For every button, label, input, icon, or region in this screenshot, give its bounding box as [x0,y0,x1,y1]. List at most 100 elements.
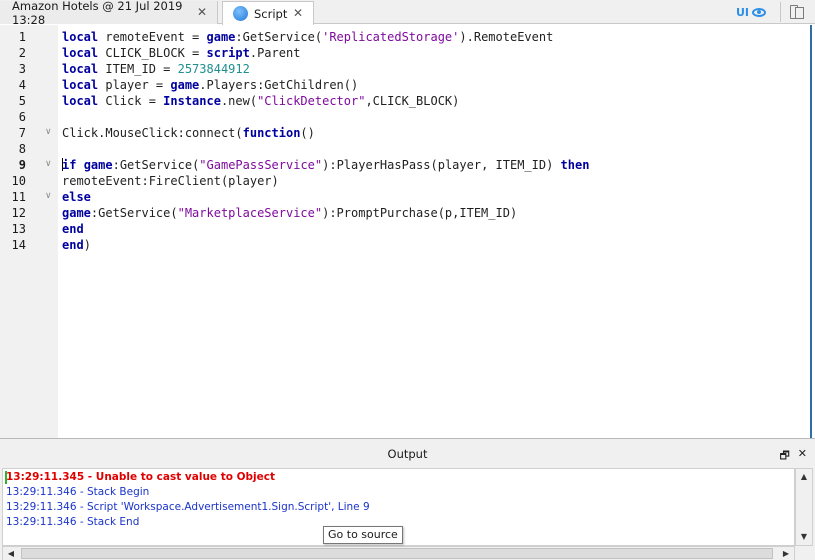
output-vertical-scrollbar[interactable]: ▲ ▼ [795,468,813,546]
fold-toggle-icon[interactable]: ∨ [45,191,52,201]
fold-toggle-icon[interactable]: ∨ [45,159,52,169]
eye-icon [752,7,766,17]
tab-script-label: Script [254,6,288,21]
code-token: local [62,62,99,76]
code-line[interactable]: local remoteEvent = game:GetService('Rep… [62,30,553,44]
line-number: 13 [11,222,26,236]
output-log-entry[interactable]: 13:29:11.346 - Stack Begin [6,486,149,498]
code-token: local [62,30,99,44]
code-line[interactable]: end [62,222,84,236]
code-token: script [206,46,250,60]
code-line[interactable]: remoteEvent:FireClient(player) [62,174,279,188]
code-token: game [170,78,200,92]
scroll-down-arrow-icon[interactable]: ▼ [796,529,812,545]
code-token: ,CLICK_BLOCK) [365,94,460,108]
code-token: .Players:GetChildren() [199,78,359,92]
toolbar-divider [780,2,781,22]
line-number: 7 [18,126,26,140]
line-number: 5 [18,94,26,108]
code-token: ):PlayerHasPass(player, ITEM_ID) [322,158,561,172]
code-line[interactable]: local ITEM_ID = 2573844912 [62,62,250,76]
code-token: "MarketplaceService" [177,206,323,220]
code-token: function [242,126,301,140]
code-token: :GetService( [235,30,323,44]
code-token: CLICK_BLOCK = [98,46,207,60]
code-token: local [62,78,99,92]
line-number: 9 [18,158,26,172]
output-header-buttons: 🗗 ✕ [779,447,807,466]
code-token: game [83,158,113,172]
ui-toggle-button[interactable]: UI [736,6,766,19]
restore-window-icon[interactable]: 🗗 [779,447,789,466]
code-token: :GetService( [112,158,200,172]
code-line[interactable]: game:GetService("MarketplaceService"):Pr… [62,206,517,220]
fold-margin [42,25,58,438]
code-token: ) [83,238,91,252]
script-editor[interactable]: 1 local remoteEvent = game:GetService('Re… [0,25,812,438]
go-to-source-tooltip: Go to source [323,526,403,544]
code-line[interactable]: local CLICK_BLOCK = script.Parent [62,46,300,60]
code-token: Click.MouseClick:connect( [62,126,243,140]
code-line[interactable]: Click.MouseClick:connect(function() [62,126,315,140]
output-log-entry[interactable]: 13:29:11.345 - Unable to cast value to O… [6,471,275,483]
scroll-right-arrow-icon[interactable]: ▶ [778,547,794,560]
output-log-entry[interactable]: 13:29:11.346 - Stack End [6,516,139,528]
tab-bar: Amazon Hotels @ 21 Jul 2019 13:28 ✕ Scri… [0,0,815,27]
code-token: "ClickDetector" [257,94,366,108]
close-icon[interactable]: ✕ [293,6,303,20]
code-line[interactable]: if game:GetService("GamePassService"):Pl… [62,158,589,172]
code-token: player = [98,78,171,92]
code-token: else [62,190,91,204]
line-number: 8 [18,142,26,156]
code-token: then [560,158,590,172]
code-token: local [62,94,99,108]
code-line[interactable]: end) [62,238,91,252]
line-number: 12 [11,206,26,220]
output-horizontal-scrollbar[interactable]: ◀ ▶ [2,546,795,560]
code-token: ITEM_ID = [98,62,178,76]
code-token: :GetService( [90,206,178,220]
scroll-up-arrow-icon[interactable]: ▲ [796,469,812,485]
line-number: 14 [11,238,26,252]
code-token: end [62,238,84,252]
line-number: 1 [18,30,26,44]
device-emulator-icon[interactable] [789,4,805,20]
code-token: 2573844912 [177,62,250,76]
output-panel: Output 🗗 ✕ 13:29:11.345 - Unable to cast… [0,438,815,560]
line-number: 10 [11,174,26,188]
code-line[interactable]: else [62,190,91,204]
tab-script[interactable]: Script ✕ [222,1,314,25]
line-number: 6 [18,110,26,124]
close-icon[interactable]: ✕ [197,5,207,19]
tab-place[interactable]: Amazon Hotels @ 21 Jul 2019 13:28 ✕ [0,0,218,27]
line-number: 4 [18,78,26,92]
output-title: Output [387,447,428,461]
code-token: Instance [163,94,221,108]
code-token: ):PromptPurchase(p,ITEM_ID) [322,206,518,220]
code-token: game [206,30,236,44]
code-token: 'ReplicatedStorage' [322,30,460,44]
code-token: game [62,206,91,220]
code-token: remoteEvent:FireClient(player) [62,174,279,188]
ui-toggle-label: UI [735,5,749,19]
code-token: Click = [98,94,164,108]
code-token: .new( [220,94,258,108]
close-icon[interactable]: ✕ [798,447,807,466]
code-line[interactable]: local Click = Instance.new("ClickDetecto… [62,94,459,108]
output-panel-header: Output [0,439,815,465]
code-token: .Parent [249,46,301,60]
line-number: 2 [18,46,26,60]
line-number: 3 [18,62,26,76]
scroll-left-arrow-icon[interactable]: ◀ [3,547,19,560]
fold-toggle-icon[interactable]: ∨ [45,127,52,137]
code-token: end [62,222,84,236]
code-token: ).RemoteEvent [459,30,554,44]
scrollbar-thumb[interactable] [21,548,773,559]
code-line[interactable]: local player = game.Players:GetChildren(… [62,78,358,92]
line-number: 11 [11,190,26,204]
code-token: local [62,46,99,60]
tab-place-label: Amazon Hotels @ 21 Jul 2019 13:28 [12,0,183,27]
output-log-entry[interactable]: 13:29:11.346 - Script 'Workspace.Adverti… [6,501,370,513]
code-token: if [62,158,77,172]
